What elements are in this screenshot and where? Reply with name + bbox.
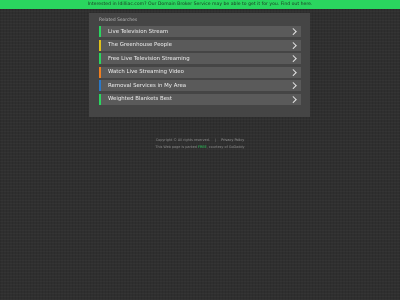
parked-text-suffix: , courtesy of GoDaddy [206, 145, 245, 149]
chevron-right-icon [289, 55, 296, 62]
domain-broker-banner[interactable]: Interested in Idilliac.com? Our Domain B… [0, 0, 400, 9]
free-parking-link[interactable]: FREE [198, 145, 207, 149]
related-search-label[interactable]: Watch Live Streaming Video [108, 69, 184, 75]
related-search-link[interactable]: Live Television Stream [99, 26, 301, 37]
chevron-right-icon [289, 41, 296, 49]
related-search-link[interactable]: Watch Live Streaming Video [99, 66, 301, 78]
related-searches-list: Live Television Stream The Greenhouse Pe… [99, 26, 301, 108]
related-searches-panel: Related Searches Live Television Stream … [89, 13, 310, 117]
related-searches-title: Related Searches [99, 18, 138, 23]
page-footer: Copyright © All rights reserved. | Privacy… [0, 137, 400, 151]
chevron-right-icon [289, 96, 296, 103]
related-search-link[interactable]: Removal Services in My Area [99, 80, 301, 92]
footer-line-2: This Web page is parked FREE, courtesy o… [0, 144, 400, 151]
chevron-right-icon [289, 82, 296, 89]
chevron-right-icon [289, 68, 296, 76]
related-search-label[interactable]: Live Television Stream [108, 29, 168, 35]
banner-text[interactable]: Interested in Idilliac.com? Our Domain B… [88, 2, 313, 7]
related-search-label[interactable]: The Greenhouse People [108, 42, 172, 48]
privacy-policy-link[interactable]: Privacy Policy [221, 138, 244, 142]
parked-text-prefix: This Web page is parked [155, 145, 197, 149]
related-search-label[interactable]: Removal Services in My Area [108, 83, 186, 89]
related-search-link[interactable]: The Greenhouse People [99, 39, 301, 51]
copyright-text: Copyright © All rights reserved. [155, 138, 210, 142]
related-search-link[interactable]: Weighted Blankets Best [99, 93, 301, 105]
related-search-label[interactable]: Weighted Blankets Best [108, 96, 172, 102]
footer-line-1: Copyright © All rights reserved. | Privacy… [0, 137, 400, 144]
chevron-right-icon [289, 28, 296, 35]
related-search-label[interactable]: Free Live Television Streaming [108, 56, 190, 62]
related-search-link[interactable]: Free Live Television Streaming [99, 53, 301, 65]
footer-separator: | [214, 138, 217, 142]
